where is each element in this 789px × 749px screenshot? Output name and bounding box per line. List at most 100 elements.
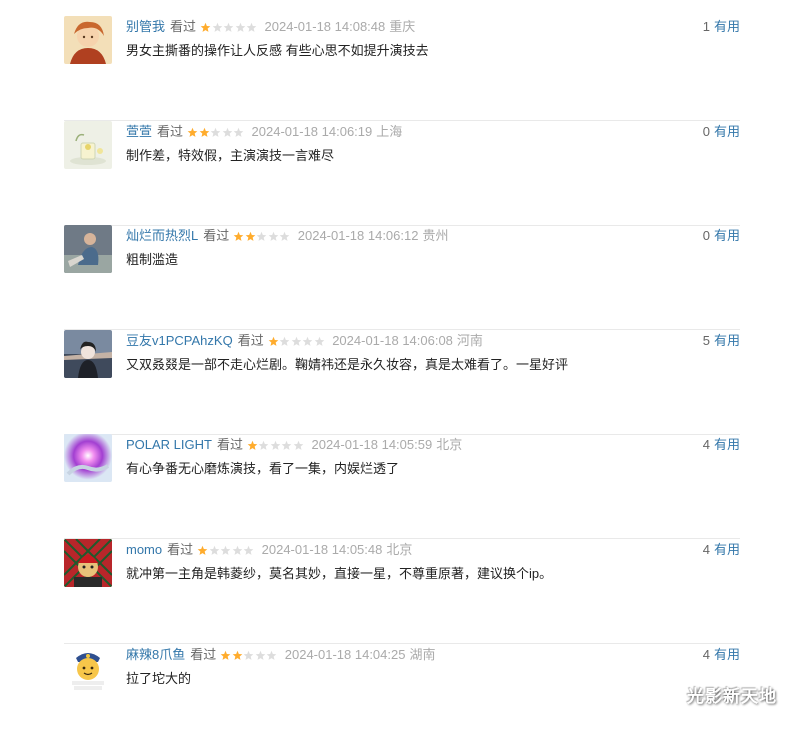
vote-count: 4: [703, 647, 710, 662]
useful-button[interactable]: 有用: [714, 542, 740, 557]
vote-count: 1: [703, 19, 710, 34]
star-empty-icon: [279, 231, 290, 242]
comment-text: 拉了坨大的: [126, 669, 740, 689]
watch-status: 看过: [170, 17, 196, 37]
star-empty-icon: [293, 440, 304, 451]
rating-stars: [233, 231, 291, 242]
star-empty-icon: [243, 650, 254, 661]
useful-button[interactable]: 有用: [714, 437, 740, 452]
username-link[interactable]: 别管我: [126, 17, 165, 37]
rating-stars: [200, 22, 258, 33]
useful-button[interactable]: 有用: [714, 228, 740, 243]
watch-status: 看过: [217, 435, 243, 455]
useful-button[interactable]: 有用: [714, 333, 740, 348]
rating-stars: [247, 440, 305, 451]
comment-item: 萱萱 看过 2024-01-18 14:06:19 上海 0 有用 制作差，特效假…: [64, 121, 740, 226]
watch-status: 看过: [157, 122, 183, 142]
comment-location: 贵州: [422, 226, 448, 246]
rating-stars: [268, 336, 326, 347]
comment-location: 湖南: [409, 645, 435, 665]
comment-text: 制作差，特效假，主演演技一言难尽: [126, 146, 740, 166]
comment-text: 男女主撕番的操作让人反感 有些心思不如提升演技去: [126, 41, 740, 61]
watch-status: 看过: [167, 540, 193, 560]
comment-time[interactable]: 2024-01-18 14:05:48: [262, 540, 383, 560]
star-empty-icon: [266, 650, 277, 661]
username-link[interactable]: POLAR LIGHT: [126, 435, 212, 455]
comment-text: 就冲第一主角是韩菱纱，莫名其妙，直接一星，不尊重原著，建议换个ip。: [126, 564, 740, 584]
avatar[interactable]: [64, 16, 112, 64]
comment-time[interactable]: 2024-01-18 14:06:19: [252, 122, 373, 142]
comment-meta: 萱萱 看过 2024-01-18 14:06:19 上海: [126, 122, 402, 142]
username-link[interactable]: 灿烂而热烈L: [126, 226, 198, 246]
comment-item: 灿烂而热烈L 看过 2024-01-18 14:06:12 贵州 0 有用 粗制滥…: [64, 225, 740, 330]
star-filled-icon: [187, 127, 198, 138]
star-filled-icon: [268, 336, 279, 347]
vote-area: 1 有用: [703, 17, 740, 37]
comment-time[interactable]: 2024-01-18 14:06:08: [332, 331, 453, 351]
star-filled-icon: [245, 231, 256, 242]
star-empty-icon: [268, 231, 279, 242]
avatar[interactable]: [64, 644, 112, 692]
avatar[interactable]: [64, 330, 112, 378]
vote-area: 0 有用: [703, 122, 740, 142]
comment-meta: POLAR LIGHT 看过 2024-01-18 14:05:59 北京: [126, 435, 462, 455]
comment-time[interactable]: 2024-01-18 14:06:12: [298, 226, 419, 246]
comment-text: 粗制滥造: [126, 250, 740, 270]
star-empty-icon: [222, 127, 233, 138]
star-filled-icon: [220, 650, 231, 661]
comment-time[interactable]: 2024-01-18 14:04:25: [285, 645, 406, 665]
comment-location: 上海: [376, 122, 402, 142]
comment-text: 有心争番无心磨炼演技，看了一集，内娱烂透了: [126, 459, 740, 479]
avatar[interactable]: [64, 434, 112, 482]
star-empty-icon: [302, 336, 313, 347]
star-empty-icon: [255, 650, 266, 661]
comment-item: 别管我 看过 2024-01-18 14:08:48 重庆 1有用 男女主撕番的…: [64, 16, 740, 121]
username-link[interactable]: 豆友v1PCPAhzKQ: [126, 331, 233, 351]
vote-area: 0 有用: [703, 226, 740, 246]
star-empty-icon: [243, 545, 254, 556]
useful-button[interactable]: 有用: [714, 647, 740, 662]
star-empty-icon: [281, 440, 292, 451]
rating-stars: [187, 127, 245, 138]
star-empty-icon: [223, 22, 234, 33]
vote-area: 4 有用: [703, 540, 740, 560]
username-link[interactable]: 萱萱: [126, 122, 152, 142]
vote-count: 0: [703, 124, 710, 139]
star-filled-icon: [232, 650, 243, 661]
username-link[interactable]: 麻辣8爪鱼: [126, 645, 185, 665]
comment-time[interactable]: 2024-01-18 14:08:48: [265, 17, 386, 37]
star-empty-icon: [256, 231, 267, 242]
star-empty-icon: [233, 127, 244, 138]
star-empty-icon: [270, 440, 281, 451]
vote-count: 4: [703, 542, 710, 557]
star-empty-icon: [212, 22, 223, 33]
vote-count: 0: [703, 228, 710, 243]
star-filled-icon: [199, 127, 210, 138]
comment-time[interactable]: 2024-01-18 14:05:59: [311, 435, 432, 455]
vote-count: 4: [703, 437, 710, 452]
rating-stars: [197, 545, 255, 556]
vote-area: 4 有用: [703, 435, 740, 455]
watch-status: 看过: [203, 226, 229, 246]
avatar[interactable]: [64, 539, 112, 587]
comment-item: 豆友v1PCPAhzKQ 看过 2024-01-18 14:06:08 河南 5…: [64, 330, 740, 435]
avatar[interactable]: [64, 225, 112, 273]
comment-meta: 麻辣8爪鱼 看过 2024-01-18 14:04:25 湖南: [126, 645, 435, 665]
star-empty-icon: [209, 545, 220, 556]
star-empty-icon: [314, 336, 325, 347]
star-empty-icon: [210, 127, 221, 138]
vote-count: 5: [703, 333, 710, 348]
comment-text: 又双叒叕是一部不走心烂剧。鞠婧祎还是永久妆容，真是太难看了。一星好评: [126, 355, 740, 375]
watch-status: 看过: [190, 645, 216, 665]
star-filled-icon: [197, 545, 208, 556]
comment-meta: 灿烂而热烈L 看过 2024-01-18 14:06:12 贵州: [126, 226, 448, 246]
useful-button[interactable]: 有用: [714, 124, 740, 139]
comment-meta: momo 看过 2024-01-18 14:05:48 北京: [126, 540, 412, 560]
username-link[interactable]: momo: [126, 540, 162, 560]
comment-item: 麻辣8爪鱼 看过 2024-01-18 14:04:25 湖南 4 有用 拉了坨大…: [64, 644, 740, 749]
comment-item: POLAR LIGHT 看过 2024-01-18 14:05:59 北京 4有…: [64, 434, 740, 539]
avatar[interactable]: [64, 121, 112, 169]
star-filled-icon: [233, 231, 244, 242]
star-empty-icon: [232, 545, 243, 556]
useful-button[interactable]: 有用: [714, 19, 740, 34]
